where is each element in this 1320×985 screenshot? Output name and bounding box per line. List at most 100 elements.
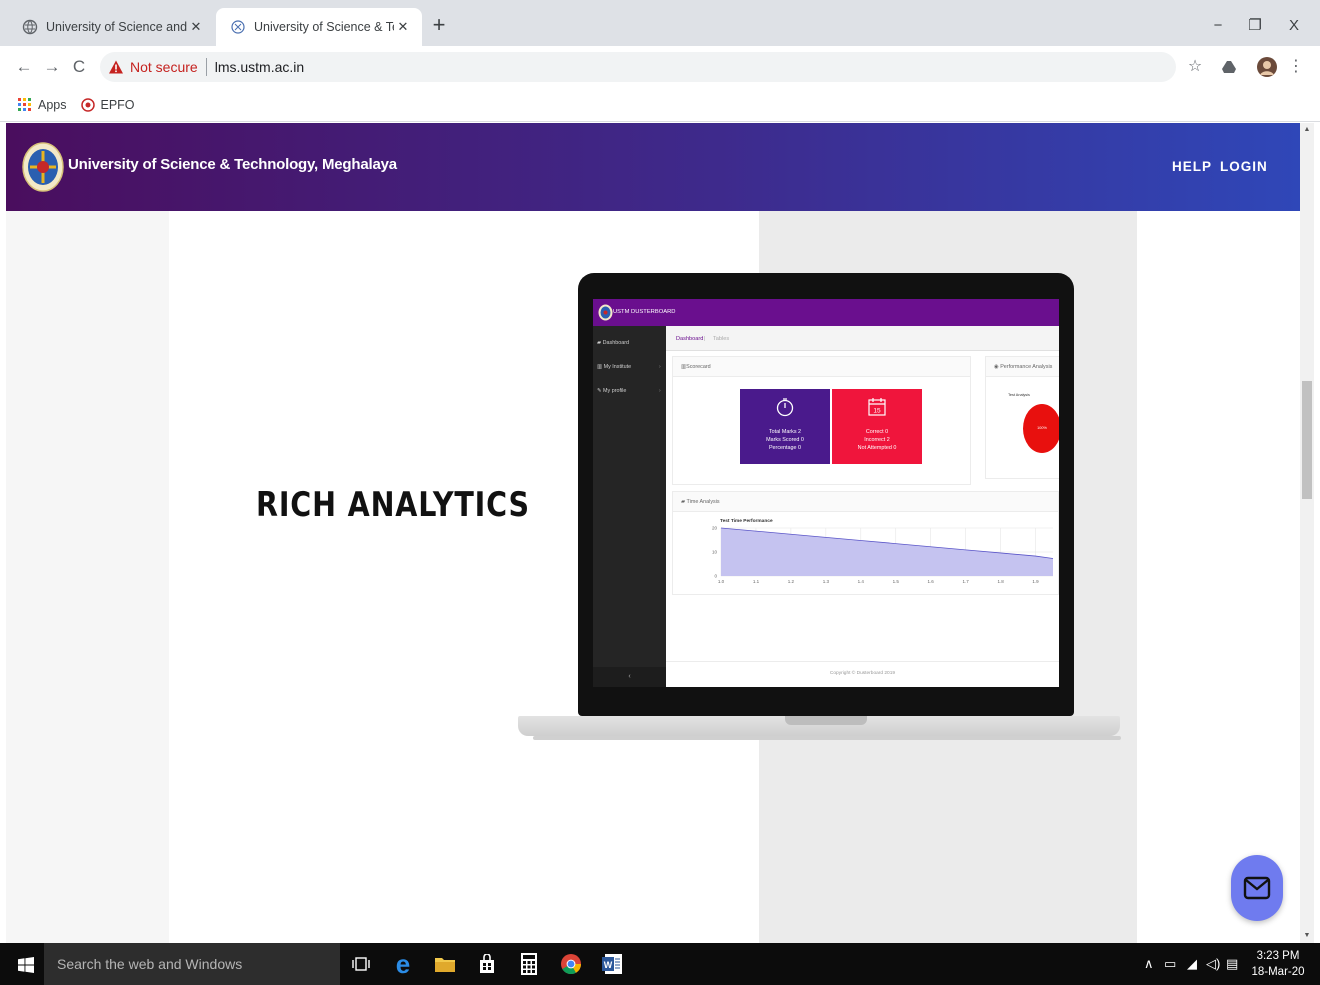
chart-x-tick-label: 1.6 <box>928 579 935 584</box>
tab-close-icon[interactable]: ✕ <box>187 19 205 35</box>
bookmark-label: Apps <box>38 97 67 112</box>
close-window-button[interactable]: X <box>1272 12 1316 40</box>
globe-icon <box>22 19 38 35</box>
back-arrow-icon[interactable]: ← <box>12 56 36 78</box>
restore-button[interactable]: ❐ <box>1233 12 1277 40</box>
chrome-icon[interactable] <box>558 951 584 977</box>
battery-icon[interactable]: ▭ <box>1164 956 1176 972</box>
windows-taskbar: Search the web and Windows e W ∧ ▭ ◢ ◁) … <box>0 943 1320 985</box>
network-icon[interactable]: ◢ <box>1187 956 1197 972</box>
tab-close-icon[interactable]: ✕ <box>394 19 412 35</box>
dashboard-mockup-screen: USTM DUSTERBOARD ▰ Dashboard ▥ My Instit… <box>593 299 1059 687</box>
help-link[interactable]: HELP <box>1172 159 1212 174</box>
mockup-footer: Copyright © Dusterboard 2019 <box>666 661 1059 687</box>
scrollbar-thumb[interactable] <box>1302 381 1312 499</box>
browser-tab-2-active[interactable]: University of Science & Technolo ✕ <box>216 8 422 46</box>
chart-y-tick-label: 20 <box>712 526 718 531</box>
clock-date: 18-Mar-20 <box>1251 966 1305 978</box>
browser-tab-1[interactable]: University of Science and Techno ✕ <box>8 8 215 46</box>
chart-x-tick-label: 1.0 <box>718 579 725 584</box>
bookmark-epfo[interactable]: EPFO <box>80 97 135 112</box>
epfo-icon <box>80 97 95 112</box>
profile-avatar[interactable] <box>1256 56 1278 78</box>
chart-y-tick-label: 10 <box>712 550 718 555</box>
scorecard-card: ▥Scorecard Total Marks 2 Marks Scored 0 … <box>672 356 971 485</box>
bookmark-star-icon[interactable]: ☆ <box>1184 56 1206 78</box>
word-icon[interactable]: W <box>600 951 626 977</box>
tile-text: Not Attempted 0 <box>857 445 897 451</box>
chart-x-tick-label: 1.4 <box>858 579 865 584</box>
answers-tile: 15 Correct 0 Incorrect 2 Not Attempted 0 <box>832 389 922 464</box>
time-analysis-header: ▰ Time Analysis <box>673 492 1058 512</box>
apps-grid-icon <box>18 97 31 111</box>
address-bar[interactable]: Not secure lms.ustm.ac.in <box>100 52 1176 82</box>
action-center-icon[interactable]: ▤ <box>1226 956 1238 972</box>
mockup-sidebar-item: ✎ My profile <box>597 388 627 394</box>
mockup-logo <box>598 304 613 321</box>
laptop-shadow <box>533 736 1121 740</box>
chart-x-tick-label: 1.1 <box>753 579 760 584</box>
performance-pie: 100% <box>1023 404 1059 453</box>
new-tab-button[interactable]: + <box>428 12 450 38</box>
mockup-sidebar: ▰ Dashboard ▥ My Institute › ✎ My profil… <box>593 326 666 687</box>
chart-x-tick-label: 1.2 <box>788 579 795 584</box>
left-margin-column <box>6 211 169 943</box>
laptop-notch <box>785 716 867 725</box>
taskbar-search-box[interactable]: Search the web and Windows <box>44 943 340 985</box>
performance-card: ◉ Performance Analysis Test Analysis 100… <box>985 356 1059 479</box>
time-analysis-card: ▰ Time Analysis Test Time Performance 01… <box>672 491 1059 595</box>
windows-start-icon[interactable] <box>18 957 34 973</box>
scorecard-header: ▥Scorecard <box>673 357 970 377</box>
mail-icon <box>1243 876 1271 900</box>
store-icon[interactable] <box>474 951 500 977</box>
omnibox-separator <box>205 58 207 76</box>
performance-header: ◉ Performance Analysis <box>986 357 1059 377</box>
calculator-icon[interactable] <box>516 951 542 977</box>
browser-toolbar: ← → C Not secure lms.ustm.ac.in ☆ ⋮ <box>0 46 1320 88</box>
warning-triangle-icon <box>109 60 123 74</box>
forward-arrow-icon[interactable]: → <box>40 56 64 78</box>
chart-x-tick-label: 1.3 <box>823 579 830 584</box>
time-performance-chart: 0 10 20 1.0 1.1 1.2 1.3 1.4 1.5 1.6 1.7 1.8 1.9 <box>712 526 1054 584</box>
volume-icon[interactable]: ◁) <box>1206 956 1220 972</box>
task-view-icon[interactable] <box>348 951 374 977</box>
clock-time: 3:23 PM <box>1256 950 1300 962</box>
calendar-icon: 15 <box>868 398 886 416</box>
chart-x-tick-label: 1.8 <box>997 579 1004 584</box>
feature-headline: RICH ANALYTICS <box>256 485 530 525</box>
mockup-sidebar-item: ▰ Dashboard <box>597 340 630 346</box>
reload-icon[interactable]: C <box>67 56 91 78</box>
university-logo[interactable] <box>22 142 64 192</box>
mockup-brand: USTM DUSTERBOARD <box>613 309 676 315</box>
tray-chevron-up-icon[interactable]: ∧ <box>1144 956 1154 972</box>
site-title[interactable]: University of Science & Technology, Megh… <box>68 156 397 173</box>
url-text[interactable]: lms.ustm.ac.in <box>215 59 304 75</box>
chart-x-tick-label: 1.5 <box>893 579 900 584</box>
edge-browser-icon[interactable]: e <box>390 951 416 977</box>
breadcrumb-separator: | <box>704 336 706 342</box>
page-scrollbar[interactable]: ▲ ▼ <box>1300 123 1314 943</box>
mockup-sidebar-item: ▥ My Institute <box>597 364 632 370</box>
login-link[interactable]: LOGIN <box>1220 159 1268 174</box>
scroll-down-icon[interactable]: ▼ <box>1300 929 1314 943</box>
tab-title: University of Science & Technolo <box>254 20 394 34</box>
file-explorer-icon[interactable] <box>432 951 458 977</box>
not-secure-label[interactable]: Not secure <box>130 59 198 75</box>
chart-x-tick-label: 1.9 <box>1032 579 1039 584</box>
mockup-topbar: USTM DUSTERBOARD <box>593 299 1059 326</box>
chevron-right-icon: › <box>659 388 661 394</box>
chart-x-tick-label: 1.7 <box>962 579 969 584</box>
page-viewport: University of Science & Technology, Megh… <box>6 123 1300 943</box>
svg-text:W: W <box>604 960 613 970</box>
breadcrumb-current: Tables <box>713 336 730 342</box>
system-clock[interactable]: 3:23 PM 18-Mar-20 <box>1250 948 1306 980</box>
sidebar-collapse-icon: ‹ <box>593 667 666 687</box>
bookmark-apps[interactable]: Apps <box>18 97 67 112</box>
chart-y-tick-label: 0 <box>714 574 717 579</box>
contact-mail-button[interactable] <box>1231 855 1283 921</box>
browser-menu-icon[interactable]: ⋮ <box>1285 56 1307 78</box>
scroll-up-icon[interactable]: ▲ <box>1300 123 1314 137</box>
bookmarks-bar: Apps EPFO <box>0 88 1320 122</box>
drive-extension-icon[interactable] <box>1218 56 1240 78</box>
breadcrumb-home: Dashboard <box>676 336 704 342</box>
